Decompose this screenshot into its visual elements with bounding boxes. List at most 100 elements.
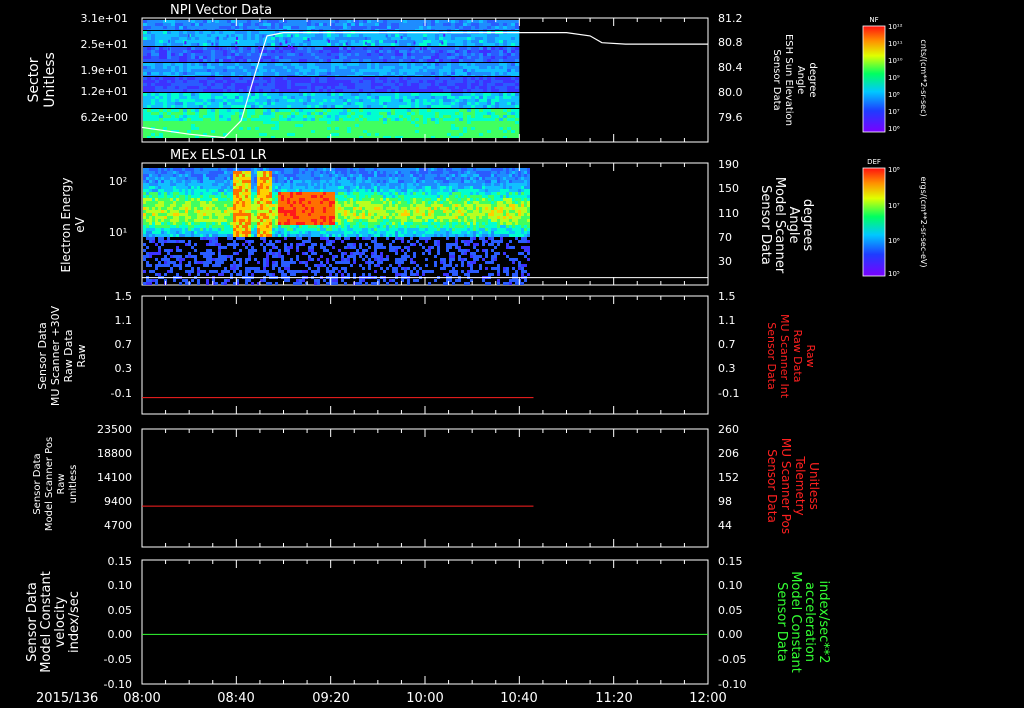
heatmap-cell <box>167 258 170 261</box>
heatmap-cell <box>283 26 287 29</box>
heatmap-cell <box>463 53 467 56</box>
heatmap-cell <box>185 225 188 228</box>
heatmap-cell <box>175 43 179 46</box>
heatmap-cell <box>283 121 287 124</box>
heatmap-cell <box>307 75 311 76</box>
heatmap-cell <box>231 72 235 75</box>
heatmap-cell <box>423 63 427 66</box>
heatmap-cell <box>158 195 161 198</box>
heatmap-cell <box>187 112 191 115</box>
heatmap-cell <box>411 121 415 124</box>
heatmap-cell <box>149 264 152 267</box>
heatmap-cell <box>227 222 230 225</box>
heatmap-cell <box>347 99 351 102</box>
heatmap-cell <box>331 63 335 66</box>
heatmap-cell <box>223 77 227 80</box>
heatmap-cell <box>155 213 158 216</box>
heatmap-cell <box>242 180 245 183</box>
heatmap-cell <box>271 112 275 115</box>
heatmap-cell <box>167 89 171 92</box>
heatmap-cell <box>259 118 263 121</box>
heatmap-cell <box>152 252 155 255</box>
heatmap-cell <box>463 86 467 89</box>
heatmap-cell <box>173 222 176 225</box>
heatmap-cell <box>267 59 271 62</box>
heatmap-cell <box>159 37 163 40</box>
heatmap-cell <box>319 102 323 105</box>
heatmap-cell <box>351 26 355 29</box>
heatmap-cell <box>187 80 191 83</box>
heatmap-cell <box>471 56 475 59</box>
heatmap-cell <box>203 174 206 177</box>
heatmap-cell <box>391 133 395 136</box>
heatmap-cell <box>155 93 159 96</box>
heatmap-cell <box>351 40 355 43</box>
heatmap-cell <box>455 69 459 72</box>
heatmap-cell <box>191 136 195 138</box>
heatmap-cell <box>221 246 224 249</box>
heatmap-cell <box>491 96 495 99</box>
heatmap-cell <box>149 168 152 171</box>
heatmap-cell <box>319 20 323 23</box>
heatmap-cell <box>295 37 299 40</box>
heatmap-cell <box>487 83 491 86</box>
heatmap-cell <box>203 121 207 124</box>
heatmap-cell <box>215 213 218 216</box>
heatmap-cell <box>443 105 447 108</box>
heatmap-cell <box>387 105 391 108</box>
heatmap-cell <box>243 43 247 46</box>
heatmap-cell <box>499 34 503 37</box>
heatmap-cell <box>263 180 266 183</box>
heatmap-cell <box>227 136 231 138</box>
heatmap-cell <box>191 77 195 80</box>
heatmap-cell <box>383 66 387 69</box>
heatmap-cell <box>487 37 491 40</box>
heatmap-cell <box>211 66 215 69</box>
heatmap-cell <box>219 115 223 118</box>
heatmap-cell <box>435 118 439 121</box>
heatmap-cell <box>227 231 230 234</box>
heatmap-cell <box>275 66 279 69</box>
heatmap-cell <box>199 80 203 83</box>
heatmap-cell <box>151 47 155 50</box>
heatmap-cell <box>347 115 351 118</box>
heatmap-cell <box>159 56 163 59</box>
heatmap-cell <box>359 112 363 115</box>
heatmap-cell <box>231 75 235 76</box>
heatmap-cell <box>267 83 271 86</box>
heatmap-cell <box>235 23 239 26</box>
heatmap-cell <box>159 59 163 62</box>
heatmap-cell <box>327 80 331 83</box>
heatmap-cell <box>379 23 383 26</box>
heatmap-cell <box>503 40 507 43</box>
heatmap-cell <box>247 105 251 108</box>
heatmap-cell <box>223 72 227 75</box>
heatmap-cell <box>207 89 211 92</box>
heatmap-cell <box>363 63 367 66</box>
heatmap-cell <box>487 63 491 66</box>
heatmap-cell <box>511 115 515 118</box>
heatmap-cell <box>161 174 164 177</box>
heatmap-cell <box>435 23 439 26</box>
heatmap-cell <box>176 231 179 234</box>
heatmap-cell <box>218 192 221 195</box>
heatmap-cell <box>299 105 303 108</box>
heatmap-cell <box>151 115 155 118</box>
heatmap-cell <box>475 109 479 112</box>
heatmap-cell <box>479 93 483 96</box>
heatmap-cell <box>159 102 163 105</box>
heatmap-cell <box>207 127 211 130</box>
heatmap-cell <box>257 225 260 228</box>
heatmap-cell <box>187 77 191 80</box>
heatmap-cell <box>227 50 231 53</box>
heatmap-cell <box>200 201 203 204</box>
heatmap-cell <box>475 89 479 92</box>
heatmap-cell <box>215 198 218 201</box>
heatmap-cell <box>511 136 515 138</box>
heatmap-cell <box>271 80 275 83</box>
heatmap-cell <box>459 118 463 121</box>
heatmap-cell <box>323 53 327 56</box>
heatmap-cell <box>387 99 391 102</box>
heatmap-cell <box>239 213 242 216</box>
heatmap-cell <box>479 53 483 56</box>
